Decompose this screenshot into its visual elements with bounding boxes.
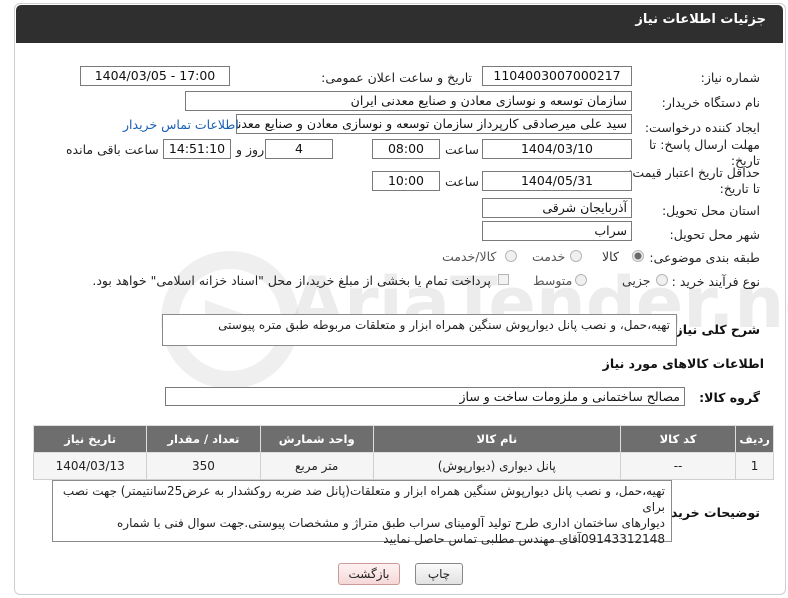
col-qty: تعداد / مقدار	[146, 425, 261, 453]
delivery-city-field: سراب	[482, 221, 632, 241]
price-validity-label: حداقل تاریخ اعتبار قیمت: تا تاریخ:	[628, 165, 760, 196]
purchase-minor-label: جزیی	[622, 273, 651, 288]
table-row: 1 -- پانل دیواری (دیوارپوش) متر مربع 350…	[32, 452, 774, 480]
category-both-label: کالا/خدمت	[442, 249, 497, 264]
print-button[interactable]: چاپ	[415, 563, 463, 585]
purchase-medium-radio[interactable]	[575, 274, 587, 286]
reply-deadline-time-label: ساعت	[445, 142, 480, 157]
items-table: ردیف کد کالا نام کالا واحد شمارش تعداد /…	[32, 425, 774, 480]
purchase-medium-label: متوسط	[533, 273, 573, 288]
cell-date: 1404/03/13	[32, 452, 148, 480]
buyer-org-field: سازمان توسعه و نوسازی معادن و صنایع معدن…	[185, 91, 632, 111]
col-code: کد کالا	[619, 425, 737, 453]
col-date: تاریخ نیاز	[32, 425, 148, 453]
buyer-notes-line-1: تهیه،حمل، و نصب پانل دیوارپوش سنگین همرا…	[62, 484, 665, 514]
cell-code: --	[619, 452, 737, 480]
price-validity-date: 1404/05/31	[482, 171, 632, 191]
delivery-city-label: شهر محل تحویل:	[669, 227, 760, 242]
purchase-minor-radio[interactable]	[656, 274, 668, 286]
requester-field: سید علی میرصادقی کارپرداز سازمان توسعه و…	[236, 114, 632, 134]
goods-group-label: گروه کالا:	[699, 390, 760, 405]
description-label: شرح کلی نیاز:	[670, 322, 760, 337]
remaining-label: ساعت باقی مانده	[66, 142, 159, 157]
col-unit: واحد شمارش	[259, 425, 374, 453]
cell-row: 1	[735, 452, 774, 480]
category-service-radio[interactable]	[570, 250, 582, 262]
col-row: ردیف	[735, 425, 774, 453]
cell-unit: متر مربع	[259, 452, 374, 480]
items-table-header: ردیف کد کالا نام کالا واحد شمارش تعداد /…	[32, 425, 774, 453]
back-button[interactable]: بازگشت	[338, 563, 400, 585]
cell-qty: 350	[146, 452, 261, 480]
goods-group-field: مصالح ساختمانی و ملزومات ساخت و ساز	[165, 387, 685, 406]
reply-deadline-date: 1404/03/10	[482, 139, 632, 159]
category-both-radio[interactable]	[505, 250, 517, 262]
buyer-org-label: نام دستگاه خریدار:	[661, 95, 760, 110]
days-label: روز و	[236, 142, 265, 157]
buyer-notes-field: تهیه،حمل، و نصب پانل دیوارپوش سنگین همرا…	[52, 480, 672, 546]
purchase-type-label: نوع فرآیند خرید :	[671, 274, 760, 289]
category-service-label: خدمت	[532, 249, 566, 264]
need-number-field: 1104003007000217	[482, 66, 632, 86]
description-text: تهیه،حمل، و نصب پانل دیوارپوش سنگین همرا…	[218, 318, 670, 332]
goods-section-title: اطلاعات کالاهای مورد نیاز	[602, 356, 764, 371]
category-goods-label: کالا	[602, 249, 619, 264]
col-name: نام کالا	[372, 425, 621, 453]
buyer-notes-line-3: 09143312148آقای مهندس مطلبی تماس حاصل نم…	[383, 532, 665, 546]
reply-days-field: 4	[265, 139, 333, 159]
announce-datetime-label: تاریخ و ساعت اعلان عمومی:	[321, 70, 472, 85]
remaining-time-field: 14:51:10	[163, 139, 231, 159]
requester-label: ایجاد کننده درخواست:	[644, 120, 760, 135]
price-validity-time-label: ساعت	[445, 174, 480, 189]
reply-deadline-time: 08:00	[372, 139, 440, 159]
buyer-contact-link[interactable]: اطلاعات تماس خریدار	[123, 117, 239, 132]
price-validity-time: 10:00	[372, 171, 440, 191]
category-goods-radio[interactable]	[632, 250, 644, 262]
need-number-label: شماره نیاز:	[700, 70, 760, 85]
cell-name: پانل دیواری (دیوارپوش)	[372, 452, 621, 480]
treasury-checkbox[interactable]	[498, 274, 509, 285]
announce-datetime-field: 1404/03/05 - 17:00	[80, 66, 230, 86]
delivery-province-label: استان محل تحویل:	[661, 203, 760, 218]
description-field: تهیه،حمل، و نصب پانل دیوارپوش سنگین همرا…	[162, 314, 677, 346]
buyer-notes-line-2: دیوارهای ساختمان اداری طرح تولید آلومینا…	[117, 516, 665, 530]
category-label: طبقه بندی موضوعی:	[649, 250, 760, 265]
treasury-note: پرداخت تمام یا بخشی از مبلغ خرید،از محل …	[92, 273, 491, 288]
page-title: جزئیات اطلاعات نیاز	[635, 12, 766, 27]
delivery-province-field: آذربایجان شرقی	[482, 198, 632, 218]
